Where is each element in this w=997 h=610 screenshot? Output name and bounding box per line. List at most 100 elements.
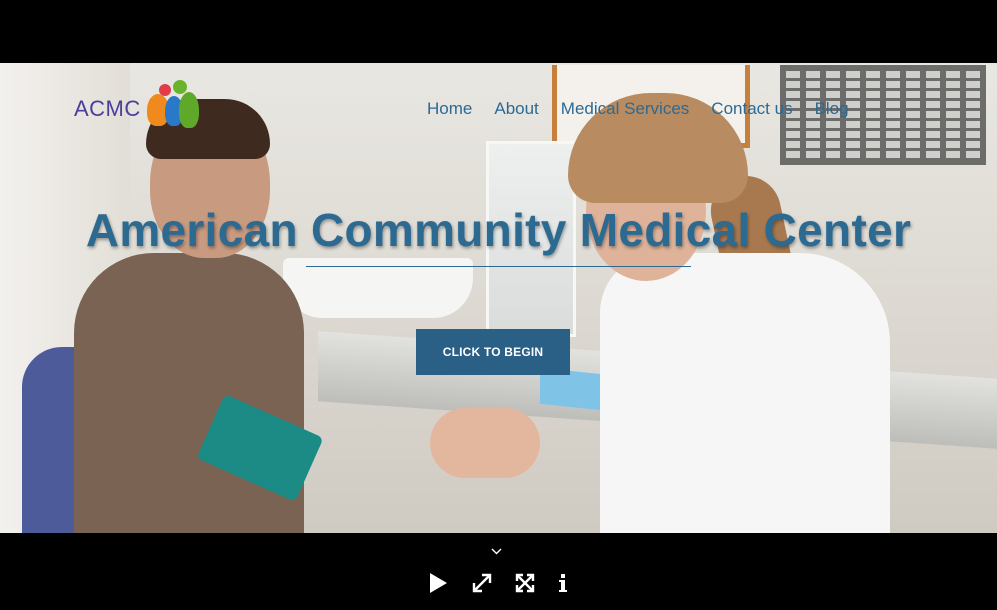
drawer-handle: [926, 151, 940, 158]
drawer-handle: [886, 151, 900, 158]
nav-medical-services[interactable]: Medical Services: [561, 99, 690, 119]
drawer-handle: [966, 71, 980, 78]
drawer-handle: [846, 81, 860, 88]
drawer-handle: [886, 71, 900, 78]
drawer-handle: [926, 111, 940, 118]
drawer-handle: [866, 91, 880, 98]
drawer-handle: [826, 71, 840, 78]
drawer-handle: [966, 131, 980, 138]
drawer-handle: [926, 81, 940, 88]
play-icon[interactable]: [426, 571, 450, 595]
drawer-handle: [826, 151, 840, 158]
nav-about[interactable]: About: [494, 99, 538, 119]
drawer-handle: [806, 121, 820, 128]
drawer-handle: [946, 131, 960, 138]
drawer-handle: [866, 81, 880, 88]
drawer-handle: [866, 151, 880, 158]
drawer-handle: [786, 71, 800, 78]
drawer-handle: [906, 141, 920, 148]
drawer-handle: [786, 141, 800, 148]
info-icon[interactable]: [551, 571, 575, 595]
drawer-handle: [906, 111, 920, 118]
drawer-handle: [966, 91, 980, 98]
drawer-handle: [966, 111, 980, 118]
drawer-handle: [806, 81, 820, 88]
drawer-handle: [926, 141, 940, 148]
drawer-handle: [906, 101, 920, 108]
drawer-handle: [846, 71, 860, 78]
drawer-handle: [866, 121, 880, 128]
drawer-handle: [946, 101, 960, 108]
click-to-begin-button[interactable]: CLICK TO BEGIN: [416, 329, 570, 375]
drawer-handle: [886, 131, 900, 138]
drawer-handle: [806, 91, 820, 98]
drawer-handle: [846, 151, 860, 158]
drawer-handle: [926, 71, 940, 78]
drawer-handle: [846, 91, 860, 98]
drawer-handle: [946, 141, 960, 148]
drawer-handle: [866, 131, 880, 138]
drawer-handle: [886, 111, 900, 118]
drawer-handle: [806, 71, 820, 78]
logo-text: ACMC: [74, 96, 141, 121]
drawer-handle: [846, 121, 860, 128]
drawer-handle: [906, 91, 920, 98]
drawer-handle: [886, 101, 900, 108]
expand-icon[interactable]: [470, 571, 494, 595]
drawer-handle: [946, 111, 960, 118]
title-divider: [306, 266, 691, 267]
chevron-down-icon[interactable]: [491, 546, 502, 558]
drawer-handle: [946, 91, 960, 98]
doctor-hand: [430, 408, 540, 478]
nav-contact-us[interactable]: Contact us: [711, 99, 792, 119]
drawer-handle: [826, 131, 840, 138]
drawer-handle: [806, 151, 820, 158]
drawer-handle: [866, 141, 880, 148]
top-letterbox: [0, 0, 997, 63]
main-nav: Home About Medical Services Contact us B…: [427, 99, 871, 119]
drawer-handle: [886, 91, 900, 98]
hero-section: ACMC Home About Medical Services Contact…: [0, 63, 997, 533]
video-controls-bar: [0, 533, 997, 610]
drawer-handle: [826, 141, 840, 148]
drawer-handle: [786, 131, 800, 138]
drawer-handle: [826, 91, 840, 98]
logo-people-icon: [143, 78, 205, 140]
drawer-handle: [906, 151, 920, 158]
drawer-handle: [966, 81, 980, 88]
drawer-handle: [786, 121, 800, 128]
drawer-handle: [826, 81, 840, 88]
drawer-handle: [886, 81, 900, 88]
drawer-handle: [966, 121, 980, 128]
drawer-handle: [946, 151, 960, 158]
nav-home[interactable]: Home: [427, 99, 472, 119]
drawer-handle: [826, 121, 840, 128]
nav-blog[interactable]: Blog: [815, 99, 849, 119]
drawer-handle: [966, 151, 980, 158]
drawer-handle: [946, 71, 960, 78]
drawer-handle: [926, 121, 940, 128]
drawer-handle: [906, 131, 920, 138]
fullscreen-icon[interactable]: [513, 571, 537, 595]
drawer-handle: [866, 71, 880, 78]
site-logo[interactable]: ACMC: [74, 78, 205, 140]
drawer-handle: [906, 81, 920, 88]
drawer-handle: [926, 101, 940, 108]
drawer-handle: [926, 91, 940, 98]
drawer-handle: [786, 151, 800, 158]
drawer-handle: [926, 131, 940, 138]
drawer-handle: [786, 81, 800, 88]
doctor-figure: [600, 253, 890, 533]
hero-title: American Community Medical Center: [85, 204, 912, 256]
drawer-handle: [886, 121, 900, 128]
drawer-handle: [806, 131, 820, 138]
drawer-handle: [946, 81, 960, 88]
drawer-handle: [906, 121, 920, 128]
drawer-handle: [846, 131, 860, 138]
drawer-handle: [806, 141, 820, 148]
drawer-handle: [966, 141, 980, 148]
drawer-handle: [946, 121, 960, 128]
drawer-handle: [966, 101, 980, 108]
sink: [283, 258, 473, 318]
drawer-handle: [886, 141, 900, 148]
